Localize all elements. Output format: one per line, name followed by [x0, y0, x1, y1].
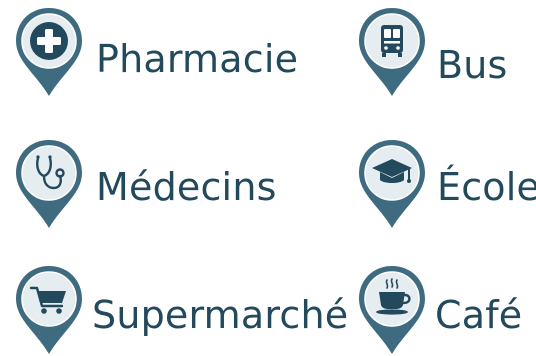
legend-label: Bus [437, 43, 508, 87]
legend-label: École [437, 165, 536, 209]
bus-icon [357, 6, 427, 98]
stethoscope-icon [14, 138, 84, 230]
legend-label: Supermarché [92, 293, 349, 337]
legend-label: Médecins [96, 165, 277, 209]
graduation-cap-icon [357, 138, 427, 230]
shopping-cart-icon [14, 264, 84, 356]
legend-item-ecole: École [357, 138, 536, 238]
pharmacy-cross-icon [14, 6, 84, 98]
legend-item-cafe: Café [357, 264, 532, 354]
legend-item-pharmacie: Pharmacie [14, 6, 314, 106]
legend-label: Pharmacie [96, 37, 299, 81]
legend-item-medecins: Médecins [14, 138, 314, 238]
coffee-cup-icon [357, 264, 427, 356]
legend-item-bus: Bus [357, 6, 532, 106]
legend-label: Café [435, 293, 523, 337]
legend-item-supermarche: Supermarché [14, 264, 348, 356]
